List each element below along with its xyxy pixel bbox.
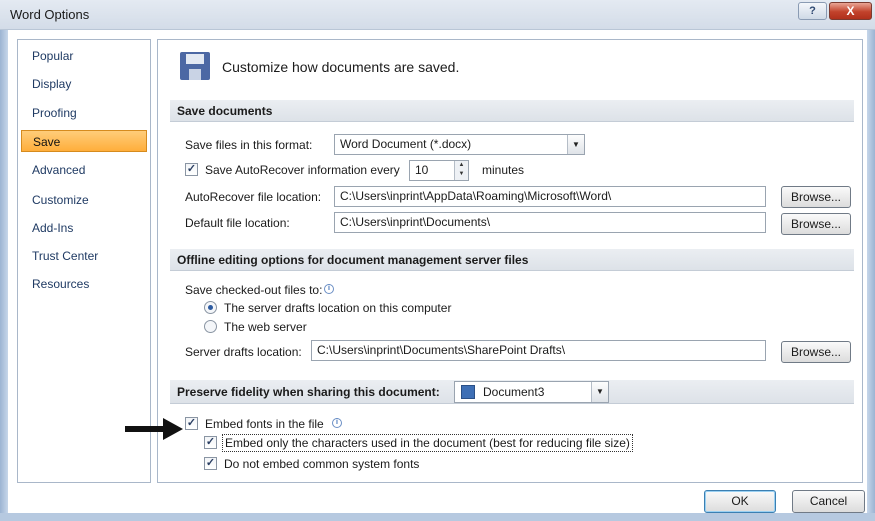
drafts-location-label: Server drafts location: bbox=[185, 345, 302, 359]
default-location-label: Default file location: bbox=[185, 216, 290, 230]
radio-server-drafts-label: The server drafts location on this compu… bbox=[224, 301, 452, 315]
close-button[interactable]: X bbox=[829, 2, 872, 20]
sidebar-item-popular[interactable]: Popular bbox=[21, 45, 147, 67]
autorecover-label: Save AutoRecover information every bbox=[205, 163, 400, 177]
document-dropdown-value: Document3 bbox=[483, 385, 545, 399]
autorecover-minutes-spinner[interactable]: 10 ▲ ▼ bbox=[409, 160, 469, 181]
format-label: Save files in this format: bbox=[185, 138, 313, 152]
section-save-documents: Save documents bbox=[170, 100, 854, 122]
sidebar-item-display[interactable]: Display bbox=[21, 73, 147, 95]
autorecover-location-field[interactable]: C:\Users\inprint\AppData\Roaming\Microso… bbox=[334, 186, 766, 207]
spinner-arrows-icon[interactable]: ▲ ▼ bbox=[454, 161, 468, 180]
radio-server-drafts[interactable] bbox=[204, 301, 217, 314]
autorecover-checkbox[interactable]: ✓ bbox=[185, 163, 198, 176]
window-frame-right bbox=[867, 30, 875, 521]
window-frame-left bbox=[0, 30, 8, 521]
page-heading: Customize how documents are saved. bbox=[222, 59, 460, 75]
sidebar-nav: Popular Display Proofing Save Advanced C… bbox=[17, 39, 151, 483]
embed-fonts-checkbox[interactable]: ✓ bbox=[185, 417, 198, 430]
pointer-arrow-icon bbox=[125, 418, 183, 440]
embed-chars-checkbox[interactable]: ✓ bbox=[204, 436, 217, 449]
autorecover-minutes-value: 10 bbox=[415, 163, 429, 177]
checked-out-label: Save checked-out files to: bbox=[185, 283, 323, 297]
no-common-fonts-label: Do not embed common system fonts bbox=[224, 457, 420, 471]
radio-web-server-label: The web server bbox=[224, 320, 307, 334]
minutes-label: minutes bbox=[482, 163, 525, 177]
title-bar bbox=[0, 0, 875, 30]
floppy-disk-icon bbox=[180, 52, 210, 80]
default-location-field[interactable]: C:\Users\inprint\Documents\ bbox=[334, 212, 766, 233]
sidebar-item-proofing[interactable]: Proofing bbox=[21, 102, 147, 124]
sidebar-item-trust-center[interactable]: Trust Center bbox=[21, 245, 147, 267]
no-common-fonts-checkbox[interactable]: ✓ bbox=[204, 457, 217, 470]
help-button[interactable]: ? bbox=[798, 2, 827, 20]
embed-fonts-label: Embed fonts in the file bbox=[205, 417, 324, 431]
preserve-fidelity-title: Preserve fidelity when sharing this docu… bbox=[177, 385, 440, 399]
info-icon: i bbox=[324, 284, 334, 294]
sidebar-item-save[interactable]: Save bbox=[21, 130, 147, 152]
format-dropdown[interactable]: Word Document (*.docx) ▼ bbox=[334, 134, 585, 155]
autorecover-location-label: AutoRecover file location: bbox=[185, 190, 322, 204]
drafts-browse-button[interactable]: Browse... bbox=[781, 341, 851, 363]
window-frame-bottom bbox=[0, 513, 875, 521]
sidebar-item-advanced[interactable]: Advanced bbox=[21, 159, 147, 181]
word-document-icon bbox=[461, 385, 475, 399]
cancel-button[interactable]: Cancel bbox=[792, 490, 865, 513]
ok-button[interactable]: OK bbox=[704, 490, 776, 513]
section-offline-editing: Offline editing options for document man… bbox=[170, 249, 854, 271]
radio-web-server[interactable] bbox=[204, 320, 217, 333]
sidebar-item-add-ins[interactable]: Add-Ins bbox=[21, 217, 147, 239]
chevron-down-icon[interactable]: ▼ bbox=[591, 382, 608, 402]
sidebar-item-resources[interactable]: Resources bbox=[21, 273, 147, 295]
default-browse-button[interactable]: Browse... bbox=[781, 213, 851, 235]
info-icon: i bbox=[332, 418, 342, 428]
sidebar-item-customize[interactable]: Customize bbox=[21, 189, 147, 211]
chevron-down-icon[interactable]: ▼ bbox=[567, 135, 584, 154]
document-dropdown[interactable]: Document3 ▼ bbox=[454, 381, 609, 403]
format-dropdown-value: Word Document (*.docx) bbox=[340, 137, 472, 151]
window-title: Word Options bbox=[10, 7, 90, 22]
embed-chars-label: Embed only the characters used in the do… bbox=[222, 434, 633, 452]
drafts-location-field[interactable]: C:\Users\inprint\Documents\SharePoint Dr… bbox=[311, 340, 766, 361]
autorecover-browse-button[interactable]: Browse... bbox=[781, 186, 851, 208]
